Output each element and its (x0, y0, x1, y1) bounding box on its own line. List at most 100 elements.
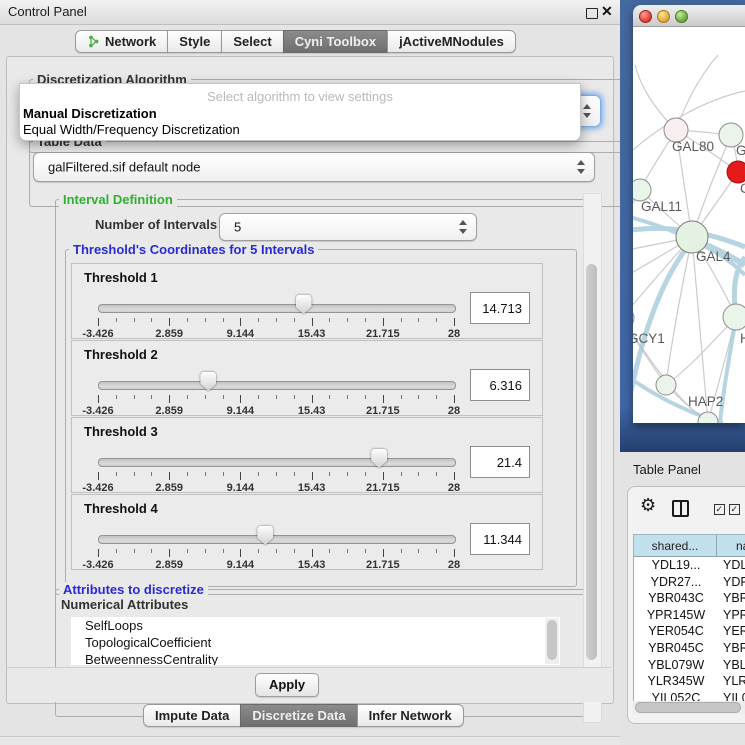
table-row[interactable]: YBR043C YBR0 (634, 590, 745, 607)
tab-network[interactable]: Network (75, 30, 168, 53)
network-node[interactable] (633, 179, 651, 201)
table-row[interactable]: YDR27... YDR2 (634, 574, 745, 591)
tick-mark (276, 318, 277, 322)
table-row[interactable]: YDL19... YDL1 (634, 557, 745, 574)
table-cell[interactable]: YBL079W (634, 657, 718, 674)
tab-jactivemnodules[interactable]: jActiveMNodules (387, 30, 516, 53)
table-cell[interactable]: YER054C (634, 623, 718, 640)
column-header-shared-name[interactable]: shared... (633, 535, 717, 556)
table-cell[interactable]: YER0 (723, 623, 745, 640)
threshold-slider-track[interactable] (98, 458, 456, 467)
threshold-value-field[interactable]: 6.316 (470, 369, 530, 401)
table-cell[interactable]: YLR345W (634, 673, 718, 690)
tick-mark (294, 318, 295, 322)
slider-thumb-icon[interactable] (200, 372, 216, 391)
tick-mark (329, 318, 330, 322)
network-node-highlighted[interactable] (727, 161, 745, 183)
list-scrollbar-thumb[interactable] (547, 620, 557, 660)
tick-mark (383, 549, 384, 557)
close-traffic-light-icon[interactable] (639, 10, 652, 23)
combo-stepper-icon (583, 104, 592, 118)
attribute-list-item[interactable]: SelfLoops (71, 617, 560, 634)
threshold-value-field[interactable]: 11.344 (470, 523, 530, 555)
table-cell[interactable]: YBR045C (634, 640, 718, 657)
mode-tab-discretize-data[interactable]: Discretize Data (240, 704, 357, 727)
close-panel-icon[interactable]: ✕ (601, 3, 613, 20)
table-cell[interactable]: YDL19... (634, 557, 718, 574)
tick-mark (187, 472, 188, 476)
table-hscrollbar[interactable] (633, 701, 745, 714)
table-row[interactable]: YER054C YER0 (634, 623, 745, 640)
float-window-icon[interactable] (586, 8, 598, 19)
tab-style[interactable]: Style (167, 30, 222, 53)
checkbox-icon[interactable] (714, 504, 725, 515)
threshold-slider-track[interactable] (98, 304, 456, 313)
attribute-list-item[interactable]: TopologicalCoefficient (71, 634, 560, 651)
mode-tab-impute-data[interactable]: Impute Data (143, 704, 241, 727)
dropdown-option[interactable]: Equal Width/Frequency Discretization (23, 122, 240, 137)
minimize-traffic-light-icon[interactable] (657, 10, 670, 23)
table-cell[interactable]: YBR043C (634, 590, 718, 607)
split-columns-icon[interactable] (672, 500, 689, 517)
table-hscrollbar-thumb[interactable] (635, 702, 741, 713)
threshold-slider-track[interactable] (98, 381, 456, 390)
apply-button[interactable]: Apply (255, 673, 319, 697)
table-cell[interactable]: YIL052C (634, 690, 718, 701)
table-cell[interactable]: YIL0 (723, 690, 745, 701)
tick-label: 21.715 (366, 405, 400, 417)
tab-label: Impute Data (155, 708, 229, 723)
slider-thumb-icon[interactable] (371, 449, 387, 468)
mode-tab-infer-network[interactable]: Infer Network (357, 704, 464, 727)
network-canvas[interactable]: GAL80 GA C GAL11 GAL4 GCY1 H HAP2 (633, 27, 745, 423)
tab-select[interactable]: Select (221, 30, 283, 53)
gear-icon[interactable]: ⚙ (640, 495, 656, 516)
cyni-toolbox-panel: Discretization Algorithm Select algorith… (6, 56, 614, 704)
threshold-value-field[interactable]: 21.4 (470, 446, 530, 478)
tick-mark (401, 472, 402, 476)
table-row[interactable]: YIL052C YIL0 (634, 690, 745, 701)
network-node[interactable] (723, 304, 745, 330)
slider-thumb-icon[interactable] (257, 526, 273, 545)
tick-label: 21.715 (366, 328, 400, 340)
table-cell[interactable]: YBL0 (723, 657, 745, 674)
table-body[interactable]: YDL19...YDL1YDR27...YDR2YBR043CYBR0YPR14… (633, 557, 745, 701)
table-cell[interactable]: YDL1 (723, 557, 745, 574)
tick-mark (151, 549, 152, 553)
list-scrollbar[interactable] (545, 618, 559, 664)
numerical-attributes-list[interactable]: SelfLoopsTopologicalCoefficientBetweenne… (71, 617, 560, 665)
table-row[interactable]: YLR345W YLR3 (634, 673, 745, 690)
node-label: C (740, 181, 745, 196)
network-nodes (633, 118, 745, 423)
table-row[interactable]: YPR145W YPR1 (634, 607, 745, 624)
zoom-traffic-light-icon[interactable] (675, 10, 688, 23)
column-header-name[interactable]: na (718, 535, 745, 556)
slider-thumb-icon[interactable] (296, 295, 312, 314)
tick-mark (134, 549, 135, 553)
table-row[interactable]: YBL079W YBL0 (634, 657, 745, 674)
threshold-slider-track[interactable] (98, 535, 456, 544)
table-row[interactable]: YBR045C YBR0 (634, 640, 745, 657)
attribute-list-item[interactable]: BetweennessCentrality (71, 651, 560, 665)
tick-mark (258, 395, 259, 399)
node-label: GA (736, 143, 745, 158)
tick-mark (134, 472, 135, 476)
panel-scrollbar-thumb[interactable] (586, 264, 597, 660)
table-cell[interactable]: YDR27... (634, 574, 718, 591)
threshold-value-field[interactable]: 14.713 (470, 292, 530, 324)
table-cell[interactable]: YBR0 (723, 590, 745, 607)
table-cell[interactable]: YLR3 (723, 673, 745, 690)
network-node[interactable] (656, 375, 676, 395)
tab-cyni-toolbox[interactable]: Cyni Toolbox (283, 30, 388, 53)
checkbox-icon[interactable] (729, 504, 740, 515)
panel-scrollbar[interactable] (583, 193, 602, 723)
table-cell[interactable]: YPR145W (634, 607, 718, 624)
network-node[interactable] (633, 306, 634, 330)
table-cell[interactable]: YBR0 (723, 640, 745, 657)
num-intervals-combo[interactable]: 5 (219, 213, 477, 241)
tick-label: 2.859 (155, 328, 183, 340)
table-cell[interactable]: YDR2 (723, 574, 745, 591)
dropdown-option[interactable]: Manual Discretization (23, 106, 157, 121)
table-data-combo[interactable]: galFiltered.sif default node (33, 152, 595, 182)
network-window-titlebar[interactable] (633, 5, 745, 27)
table-cell[interactable]: YPR1 (723, 607, 745, 624)
